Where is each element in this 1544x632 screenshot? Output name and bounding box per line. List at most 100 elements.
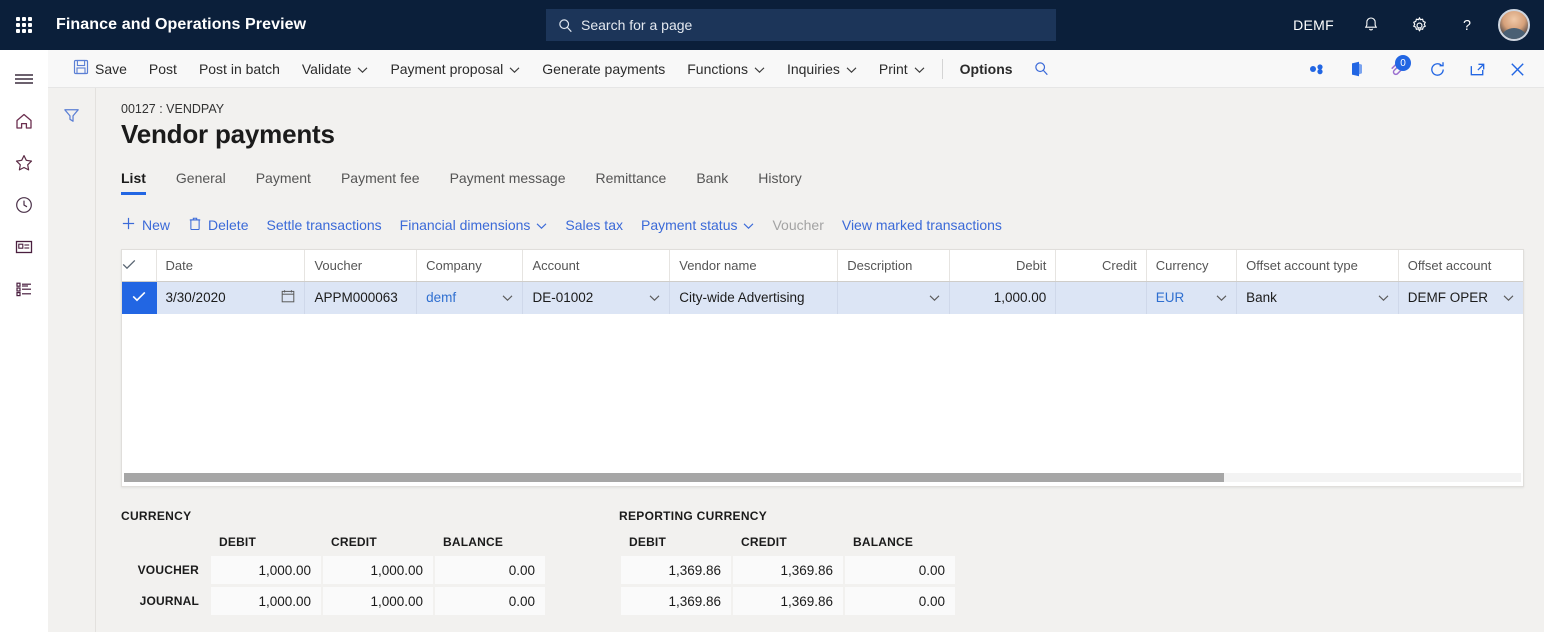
select-all-header[interactable] xyxy=(122,250,156,282)
column-header-currency[interactable]: Currency xyxy=(1146,250,1236,282)
tab-bank[interactable]: Bank xyxy=(696,166,728,195)
grid-financial-dimensions-menu[interactable]: Financial dimensions xyxy=(391,209,557,241)
grid-sales-tax-button[interactable]: Sales tax xyxy=(556,209,632,241)
column-header-description[interactable]: Description xyxy=(838,250,950,282)
cell-date[interactable]: 3/30/2020 xyxy=(156,282,305,314)
tab-general[interactable]: General xyxy=(176,166,226,195)
column-header-account[interactable]: Account xyxy=(523,250,670,282)
tab-remittance[interactable]: Remittance xyxy=(596,166,667,195)
action-post-button[interactable]: Post xyxy=(138,50,188,88)
cell-voucher[interactable]: APPM000063 xyxy=(305,282,417,314)
clock-recent-icon[interactable] xyxy=(4,184,44,226)
chevron-down-icon[interactable] xyxy=(649,290,660,305)
totals-reporting-voucher-credit: 1,369.86 xyxy=(733,556,843,584)
plus-icon xyxy=(121,216,136,234)
hamburger-menu-icon[interactable] xyxy=(4,58,44,100)
totals-currency-heading: CURRENCY xyxy=(121,509,547,525)
column-header-debit[interactable]: Debit xyxy=(949,250,1055,282)
cell-debit[interactable]: 1,000.00 xyxy=(949,282,1055,314)
cell-description[interactable] xyxy=(838,282,950,314)
refresh-icon[interactable] xyxy=(1418,50,1456,88)
action-post-label: Post xyxy=(149,61,177,77)
row-select-checkbox[interactable] xyxy=(122,282,156,314)
user-avatar[interactable] xyxy=(1498,9,1530,41)
action-options-button[interactable]: Options xyxy=(949,50,1024,88)
chevron-down-icon[interactable] xyxy=(1378,290,1389,305)
totals-journal-debit: 1,000.00 xyxy=(211,587,321,615)
cell-credit[interactable] xyxy=(1056,282,1146,314)
action-generate-payments-label: Generate payments xyxy=(542,61,665,77)
close-icon[interactable] xyxy=(1498,50,1536,88)
grid-view-marked-transactions-button[interactable]: View marked transactions xyxy=(833,209,1011,241)
totals-voucher-debit: 1,000.00 xyxy=(211,556,321,584)
chevron-down-icon[interactable] xyxy=(1503,290,1514,305)
app-body: Save Post Post in batch Validate Payment… xyxy=(0,50,1544,632)
chevron-down-icon[interactable] xyxy=(1216,290,1227,305)
attachments-icon[interactable]: 0 xyxy=(1378,50,1416,88)
tab-list[interactable]: List xyxy=(121,166,146,195)
grid-payment-status-menu[interactable]: Payment status xyxy=(632,209,764,241)
action-print-label: Print xyxy=(879,61,908,77)
table-row[interactable]: 3/30/2020 APPM000063 xyxy=(122,282,1523,314)
column-header-voucher[interactable]: Voucher xyxy=(305,250,417,282)
trash-icon xyxy=(188,216,202,234)
tab-history-label: History xyxy=(758,170,802,186)
action-pane-search-icon[interactable] xyxy=(1024,61,1059,76)
column-header-offset-account-type[interactable]: Offset account type xyxy=(1237,250,1399,282)
chevron-down-icon xyxy=(846,61,857,77)
settings-gear-icon[interactable] xyxy=(1400,6,1438,44)
chevron-down-icon xyxy=(914,61,925,77)
column-header-vendor-name[interactable]: Vendor name xyxy=(670,250,838,282)
checkmark-icon xyxy=(132,290,146,305)
grid-delete-button[interactable]: Delete xyxy=(179,209,257,241)
record-caption: 00127 : VENDPAY xyxy=(121,102,1524,116)
company-selector[interactable]: DEMF xyxy=(1285,17,1342,33)
tab-history[interactable]: History xyxy=(758,166,802,195)
grid-settle-transactions-button[interactable]: Settle transactions xyxy=(257,209,390,241)
action-post-in-batch-button[interactable]: Post in batch xyxy=(188,50,291,88)
action-inquiries-menu[interactable]: Inquiries xyxy=(776,50,868,88)
cell-account[interactable]: DE-01002 xyxy=(523,282,670,314)
column-header-date[interactable]: Date xyxy=(156,250,305,282)
chevron-down-icon[interactable] xyxy=(929,290,940,305)
cell-company[interactable]: demf xyxy=(417,282,523,314)
workspaces-icon[interactable] xyxy=(4,226,44,268)
cell-offset-account[interactable]: DEMF OPER xyxy=(1398,282,1523,314)
open-in-office-icon[interactable] xyxy=(1338,50,1376,88)
home-icon[interactable] xyxy=(4,100,44,142)
chevron-down-icon[interactable] xyxy=(502,290,513,305)
action-save-button[interactable]: Save xyxy=(62,50,138,88)
totals-journal-label: JOURNAL xyxy=(123,587,209,615)
notifications-bell-icon[interactable] xyxy=(1352,6,1390,44)
column-header-offset-account[interactable]: Offset account xyxy=(1398,250,1523,282)
filter-funnel-icon[interactable] xyxy=(62,106,81,632)
help-question-icon[interactable]: ? xyxy=(1448,6,1486,44)
action-options-label: Options xyxy=(960,61,1013,77)
tab-payment[interactable]: Payment xyxy=(256,166,311,195)
totals-reporting-currency-block: REPORTING CURRENCY DEBIT CREDIT BALANCE xyxy=(619,509,957,618)
totals-voucher-credit: 1,000.00 xyxy=(323,556,433,584)
app-launcher-button[interactable] xyxy=(0,0,48,50)
cell-offset-account-type[interactable]: Bank xyxy=(1237,282,1399,314)
popout-icon[interactable] xyxy=(1458,50,1496,88)
cell-vendor-name[interactable]: City-wide Advertising xyxy=(670,282,838,314)
global-search-box[interactable]: Search for a page xyxy=(546,9,1056,41)
star-favorites-icon[interactable] xyxy=(4,142,44,184)
action-generate-payments-button[interactable]: Generate payments xyxy=(531,50,676,88)
grid-new-button[interactable]: New xyxy=(121,209,179,241)
calendar-icon[interactable] xyxy=(281,289,295,306)
action-validate-menu[interactable]: Validate xyxy=(291,50,380,88)
column-header-company[interactable]: Company xyxy=(417,250,523,282)
column-header-credit[interactable]: Credit xyxy=(1056,250,1146,282)
action-functions-menu[interactable]: Functions xyxy=(676,50,776,88)
action-validate-label: Validate xyxy=(302,61,352,77)
action-payment-proposal-menu[interactable]: Payment proposal xyxy=(379,50,531,88)
grid-horizontal-scrollbar-thumb[interactable] xyxy=(124,473,1224,482)
cell-currency[interactable]: EUR xyxy=(1146,282,1236,314)
office-addin-icon[interactable] xyxy=(1298,50,1336,88)
tab-payment-message[interactable]: Payment message xyxy=(450,166,566,195)
action-print-menu[interactable]: Print xyxy=(868,50,936,88)
totals-currency-col-debit: DEBIT xyxy=(211,535,321,553)
modules-list-icon[interactable] xyxy=(4,268,44,310)
tab-payment-fee[interactable]: Payment fee xyxy=(341,166,420,195)
